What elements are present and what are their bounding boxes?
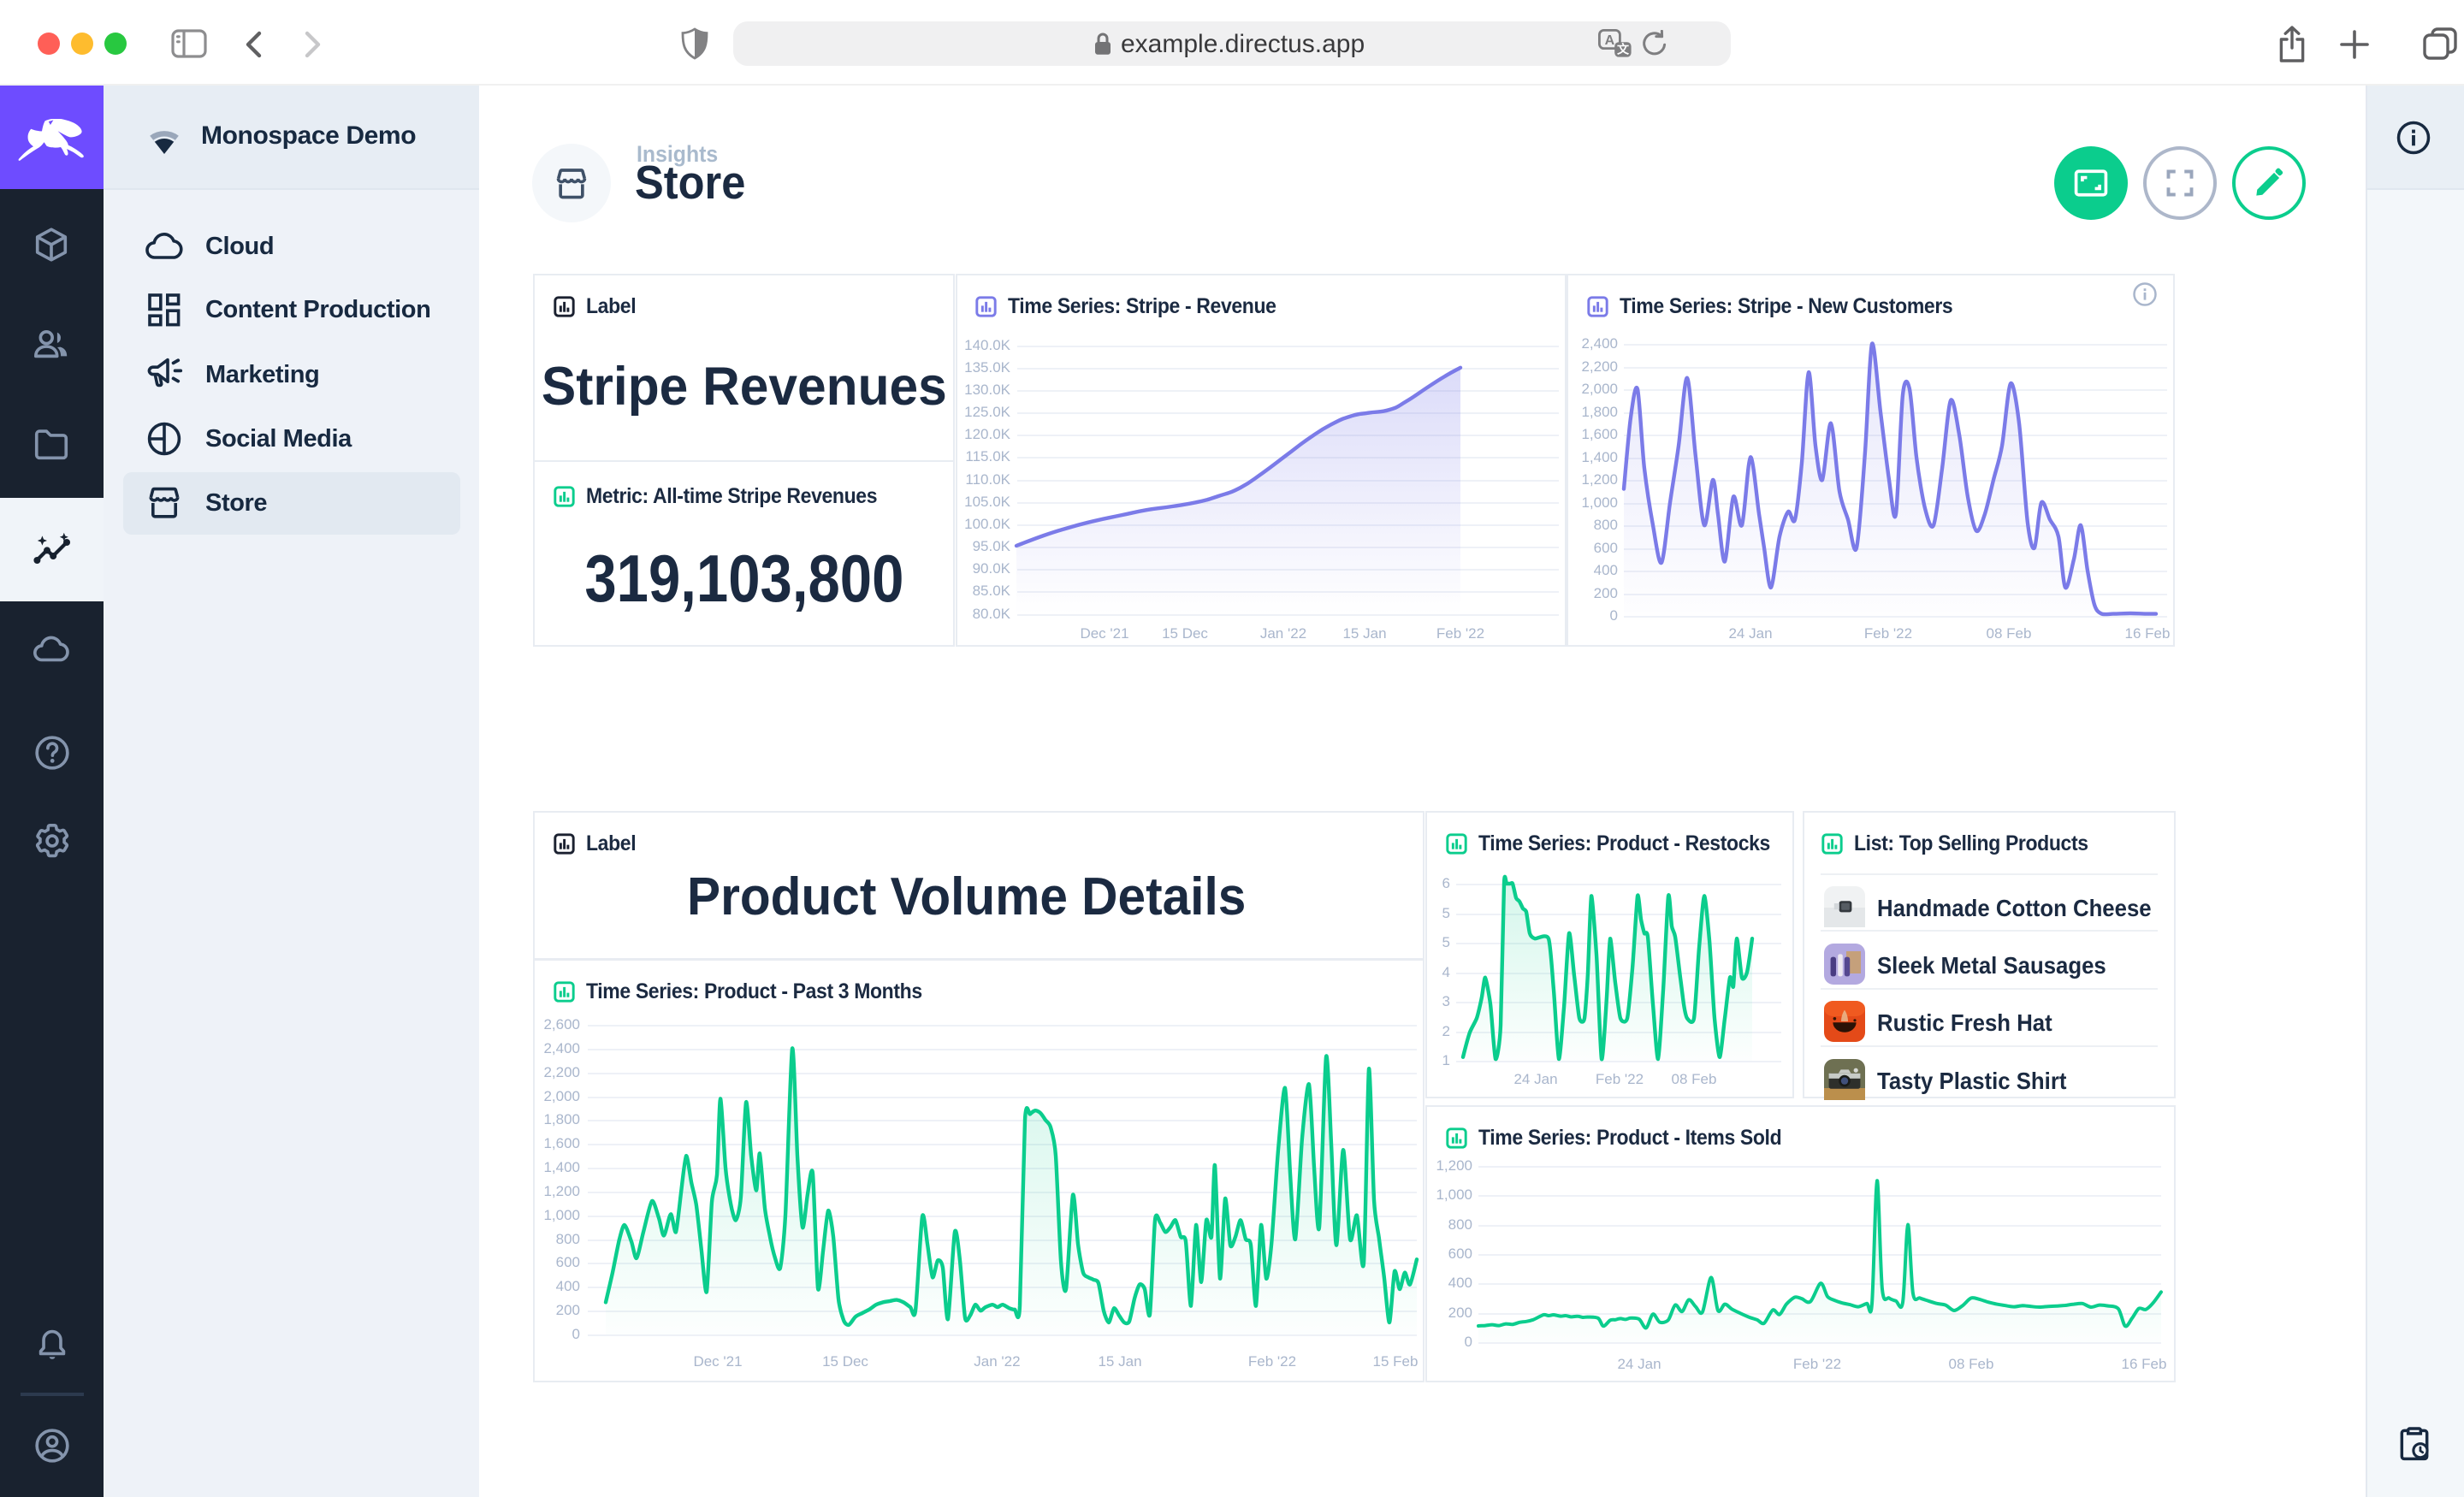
svg-text:文: 文: [1617, 42, 1630, 56]
svg-text:A: A: [1605, 33, 1615, 48]
